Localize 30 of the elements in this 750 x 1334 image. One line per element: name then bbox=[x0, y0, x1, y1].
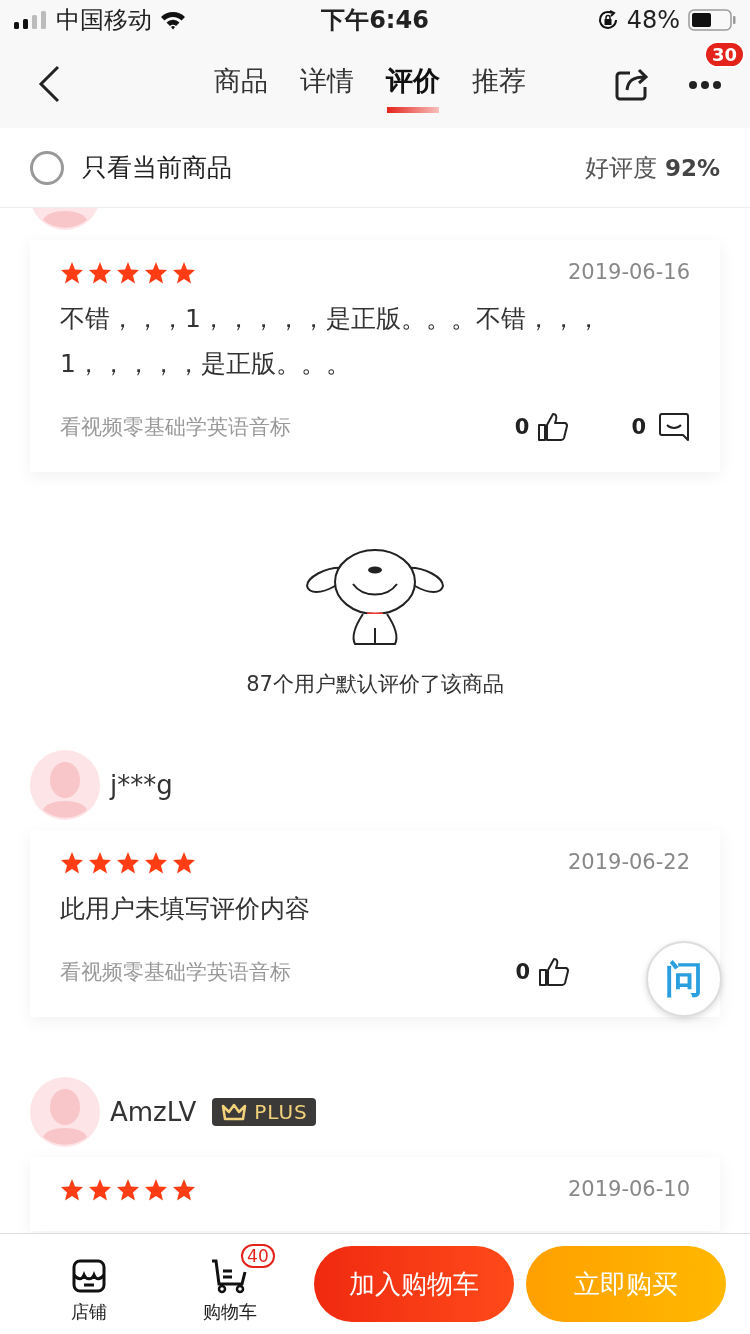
like-count: 0 bbox=[514, 415, 530, 439]
review-text: 不错，，，1，，，，，是正版。。。不错，，，1，，，，，是正版。。。 bbox=[60, 303, 602, 380]
cart-tab[interactable]: 购物车 40 bbox=[165, 1244, 295, 1324]
filter-label: 只看当前商品 bbox=[82, 152, 232, 184]
review-text: 此用户未填写评价内容 bbox=[60, 893, 311, 925]
message-count-badge: 30 bbox=[704, 40, 746, 68]
status-time: 下午6:46 bbox=[321, 5, 429, 36]
rating-value: 92% bbox=[664, 154, 720, 181]
user-name: AmzLV bbox=[110, 1097, 197, 1127]
nav-tab[interactable]: 推荐 bbox=[472, 55, 526, 113]
battery-percent: 48% bbox=[626, 6, 680, 34]
default-review-notice: 87个用户默认评价了该商品 bbox=[246, 671, 504, 698]
nav-tab[interactable]: 商品 bbox=[214, 55, 268, 113]
like-count: 0 bbox=[515, 960, 530, 984]
review-date: 2019-06-16 bbox=[567, 260, 690, 284]
add-to-cart-button[interactable]: 加入购物车 bbox=[314, 1246, 515, 1322]
comment-count: 0 bbox=[631, 415, 646, 439]
user-name: j***g bbox=[110, 770, 173, 800]
review-date: 2019-06-22 bbox=[567, 850, 690, 874]
review-date: 2019-06-10 bbox=[567, 1177, 690, 1201]
plus-label: PLUS bbox=[254, 1100, 308, 1124]
product-name: 看视频零基础学英语音标 bbox=[60, 959, 292, 986]
shop-tab[interactable]: 店铺 bbox=[24, 1244, 154, 1324]
nav-tab[interactable]: 详情 bbox=[300, 55, 354, 113]
cart-label: 购物车 bbox=[202, 1300, 257, 1324]
product-name: 看视频零基础学英语音标 bbox=[60, 414, 292, 441]
rating-label: 好评度 bbox=[584, 152, 657, 184]
cart-count-badge: 40 bbox=[241, 1244, 275, 1268]
shop-label: 店铺 bbox=[70, 1300, 107, 1324]
carrier-name: 中国移动 bbox=[56, 5, 152, 36]
